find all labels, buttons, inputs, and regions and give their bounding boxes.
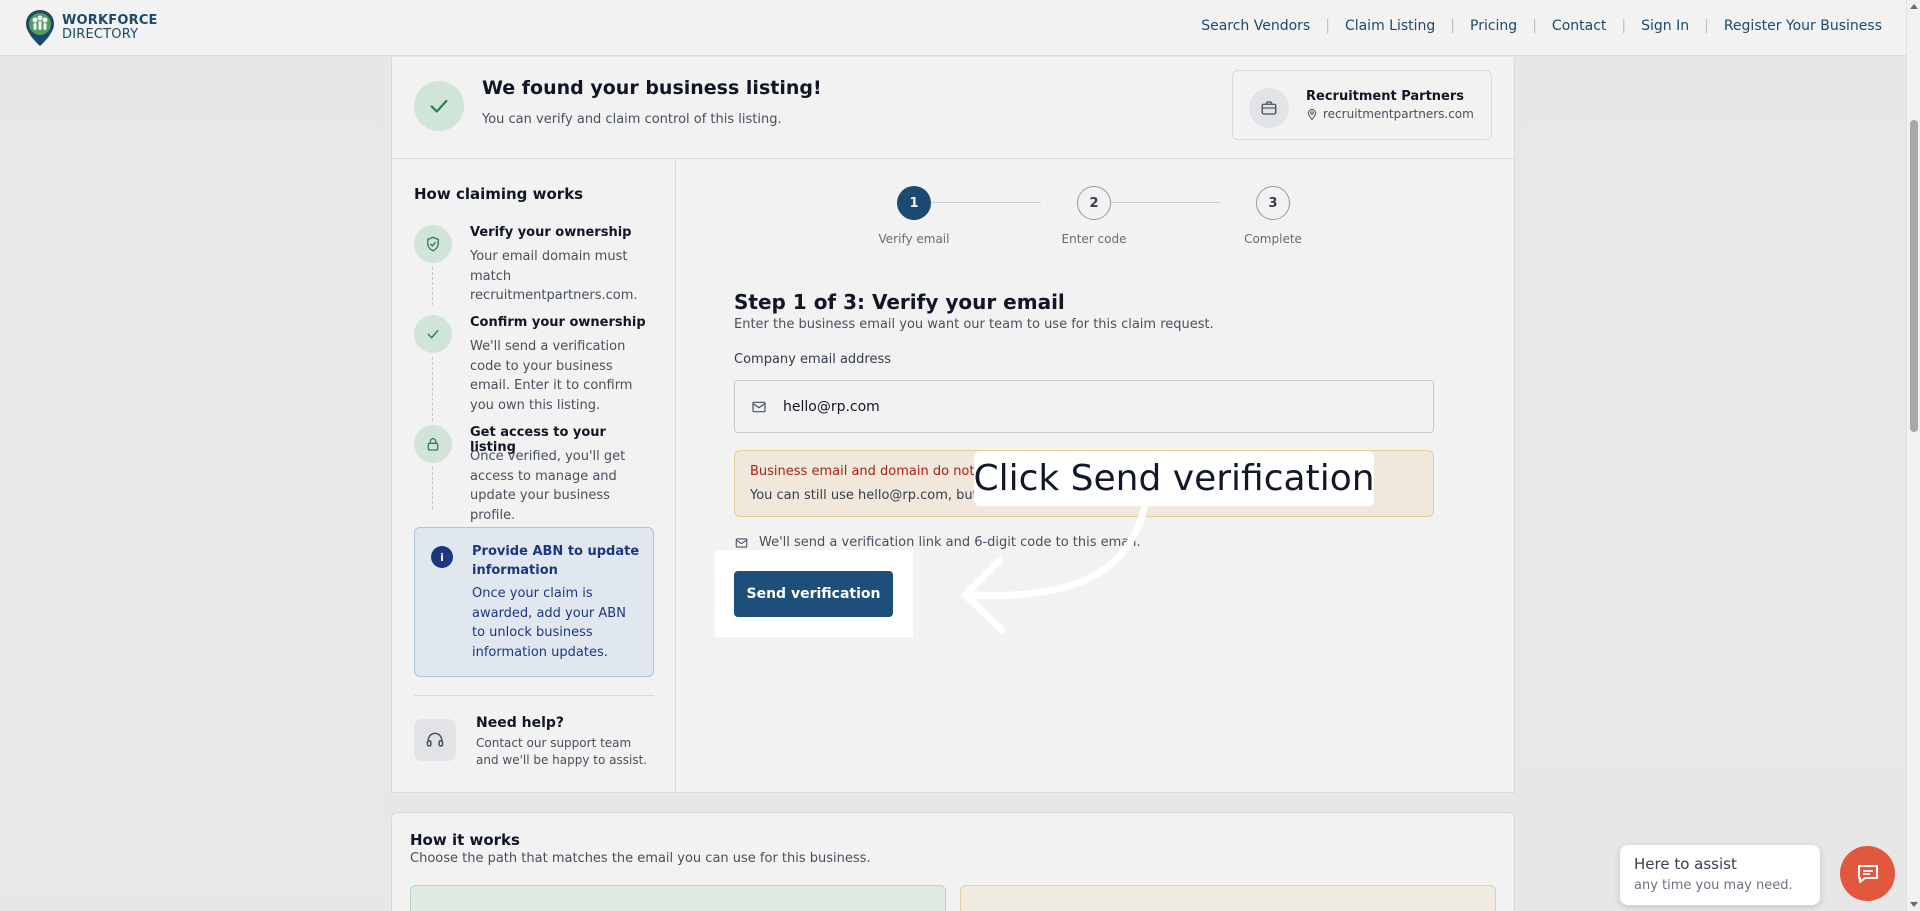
chat-launcher-button[interactable] [1840,846,1895,901]
site-header: WORKFORCE DIRECTORY Search Vendors | Cla… [0,0,1906,56]
help-desc: Contact our support team and we'll be ha… [476,736,648,767]
email-field[interactable] [734,380,1434,433]
main-nav: Search Vendors | Claim Listing | Pricing… [1201,18,1882,34]
help-title: Need help? [476,715,565,731]
found-subtitle: You can verify and claim control of this… [482,112,782,127]
email-input[interactable] [783,395,1383,419]
nav-contact[interactable]: Contact [1552,18,1606,34]
logo-pin-icon [26,10,54,46]
scroll-up-arrow-icon[interactable] [1910,4,1918,9]
claim-step-desc: Once verified, you'll get access to mana… [470,449,626,523]
how-claiming-sidebar: How claiming works Verify your ownership… [392,159,676,793]
step-2-label: Enter code [1061,232,1127,246]
page-scrollbar[interactable] [1906,0,1920,911]
assist-popover[interactable]: Here to assist any time you may need. [1620,845,1820,905]
step-3-circle: 3 [1256,186,1290,220]
found-title: We found your business listing! [482,77,822,99]
scroll-thumb[interactable] [1910,120,1918,432]
sidebar-divider [414,695,654,696]
step-connector [432,267,433,305]
progress-stepper: 1 Verify email 2 Enter code 3 Complete [855,186,1302,256]
claim-step-title: Confirm your ownership [470,315,646,330]
tutorial-callout: Click Send verification [973,451,1375,506]
assist-subtitle: any time you may need. [1634,878,1793,893]
how-it-works-subtitle: Choose the path that matches the email y… [410,851,871,866]
step-connector [432,357,433,421]
step-1-label: Verify email [878,232,950,246]
step-1-circle: 1 [897,186,931,220]
nav-register-business[interactable]: Register Your Business [1724,18,1882,34]
listing-found-banner: We found your business listing! You can … [392,57,1514,159]
step-3-label: Complete [1244,232,1302,246]
business-domain-row: recruitmentpartners.com [1306,107,1474,121]
nav-separator: | [1621,18,1627,34]
path-card-other[interactable] [960,885,1496,911]
assist-title: Here to assist [1634,855,1737,873]
brand-line-1: WORKFORCE [62,13,158,28]
nav-sign-in[interactable]: Sign In [1641,18,1689,34]
claim-step-desc: Your email domain must match recruitment… [470,249,638,303]
check-icon [414,315,452,353]
how-claiming-title: How claiming works [414,185,584,203]
send-verification-button[interactable]: Send verification [734,571,893,617]
step-2-circle: 2 [1077,186,1111,220]
nav-separator: | [1704,18,1709,34]
how-it-works-title: How it works [410,831,520,849]
scroll-down-arrow-icon[interactable] [1910,902,1918,907]
path-card-matching[interactable] [410,885,946,911]
shield-check-icon [414,225,452,263]
stepper-line [914,202,1041,203]
step-connector [432,467,433,509]
chat-icon [1857,864,1878,883]
brand-line-2: DIRECTORY [62,27,139,42]
info-icon: i [431,546,453,568]
headset-icon [414,719,456,761]
claim-step-desc: We'll send a verification code to your b… [470,339,633,413]
mail-icon [735,537,748,548]
business-domain: recruitmentpartners.com [1323,107,1474,121]
step-heading: Step 1 of 3: Verify your email [734,290,1065,314]
mail-icon [752,401,766,413]
nav-separator: | [1450,18,1455,34]
lock-icon [414,425,452,463]
nav-separator: | [1532,18,1537,34]
map-pin-icon [1307,108,1317,120]
step-subheading: Enter the business email you want our te… [734,317,1214,332]
abn-desc: Once your claim is awarded, add your ABN… [472,586,626,660]
nav-search-vendors[interactable]: Search Vendors [1201,18,1310,34]
stepper-line [1093,202,1220,203]
nav-pricing[interactable]: Pricing [1470,18,1517,34]
briefcase-icon [1249,88,1289,128]
business-summary: Recruitment Partners recruitmentpartners… [1232,70,1492,140]
check-icon [414,81,464,131]
callout-arrow-icon [961,501,1149,634]
spotlight-highlight: Send verification [715,550,913,637]
claim-step-title: Verify your ownership [470,225,632,240]
email-label: Company email address [734,352,892,367]
brand-logo[interactable]: WORKFORCE DIRECTORY [24,8,158,48]
how-it-works-section: How it works Choose the path that matche… [391,812,1515,911]
nav-separator: | [1325,18,1330,34]
business-name: Recruitment Partners [1306,89,1465,104]
abn-title: Provide ABN to update information [472,544,640,578]
abn-info-box: i Provide ABN to update information Once… [414,527,654,677]
nav-claim-listing[interactable]: Claim Listing [1345,18,1435,34]
warning-title: Business email and domain do not ma [750,464,1000,479]
